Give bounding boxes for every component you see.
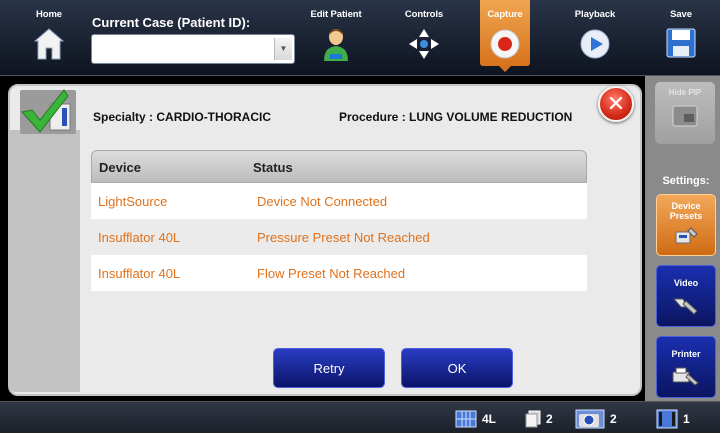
playback-button[interactable]: Playback [568,0,622,76]
column-header-status: Status [253,160,293,175]
video-label: Video [673,278,699,288]
edit-patient-label: Edit Patient [310,9,362,20]
device-status-table: Device Status LightSource Device Not Con… [91,150,587,291]
ok-button[interactable]: OK [401,348,513,388]
device-presets-button[interactable]: Device Presets [656,194,716,256]
printer-settings-button[interactable]: Printer [656,336,716,398]
close-icon: ✕ [606,91,626,116]
capture-button[interactable]: Capture [480,0,530,66]
table-row[interactable]: LightSource Device Not Connected [91,183,587,219]
video-wrench-icon [671,295,701,320]
case-label: Current Case (Patient ID): [92,15,251,30]
captures-count: 2 [610,412,617,426]
procedure-text: Procedure : LUNG VOLUME REDUCTION [339,110,573,124]
save-button[interactable]: Save [658,0,704,76]
camera-icon [575,409,605,429]
capture-label: Capture [487,9,523,20]
captures-indicator[interactable]: 2 [575,409,617,429]
device-cell: Insufflator 40L [98,266,181,281]
floppy-disk-icon [666,28,696,63]
status-bar: 4L 2 2 1 [0,401,720,433]
playback-label: Playback [574,9,616,20]
checkmark-icon [18,88,78,136]
printer-label: Printer [671,349,701,359]
status-cell: Pressure Preset Not Reached [257,230,430,245]
top-toolbar: Home Current Case (Patient ID): ▼ Edit P… [0,0,720,76]
videos-indicator[interactable]: 1 [656,409,690,429]
device-wrench-icon [673,226,699,249]
save-label: Save [670,9,692,20]
images-count: 2 [546,412,553,426]
layout-value: 4L [482,412,497,426]
table-row[interactable]: Insufflator 40L Flow Preset Not Reached [91,255,587,291]
record-icon [489,28,521,65]
home-button[interactable]: Home [25,0,73,76]
video-settings-button[interactable]: Video [656,265,716,327]
column-header-device: Device [99,160,141,175]
device-cell: Insufflator 40L [98,230,181,245]
hide-pip-button[interactable]: Hide PIP [655,82,715,144]
documents-icon [525,410,541,428]
images-indicator[interactable]: 2 [525,409,553,429]
settings-label: Settings: [662,175,710,187]
controls-button[interactable]: Controls [397,0,451,76]
status-cell: Device Not Connected [257,194,388,209]
hide-pip-label: Hide PIP [668,88,702,97]
close-button[interactable]: ✕ [598,86,634,122]
printer-wrench-icon [671,366,701,391]
edit-patient-button[interactable]: Edit Patient [305,0,367,76]
home-label: Home [36,9,62,20]
case-select[interactable]: ▼ [91,34,295,64]
table-header: Device Status [91,150,587,183]
patient-id-input[interactable] [92,35,274,63]
specialty-text: Specialty : CARDIO-THORACIC [93,110,272,124]
patient-icon [322,28,350,67]
dialog-side-strip [8,130,80,392]
table-row[interactable]: Insufflator 40L Pressure Preset Not Reac… [91,219,587,255]
pip-icon [672,105,698,127]
status-cell: Flow Preset Not Reached [257,266,406,281]
play-icon [579,28,611,65]
layout-indicator[interactable]: 4L [455,409,496,429]
retry-button[interactable]: Retry [273,348,385,388]
home-icon [33,28,65,65]
device-presets-label: Device Presets [669,201,703,221]
chevron-down-icon[interactable]: ▼ [274,38,292,60]
device-cell: LightSource [98,194,168,209]
directional-arrows-icon [407,28,441,65]
videos-count: 1 [683,412,690,426]
grid-layout-icon [455,410,477,428]
film-strip-icon [656,409,678,429]
controls-label: Controls [404,9,444,20]
